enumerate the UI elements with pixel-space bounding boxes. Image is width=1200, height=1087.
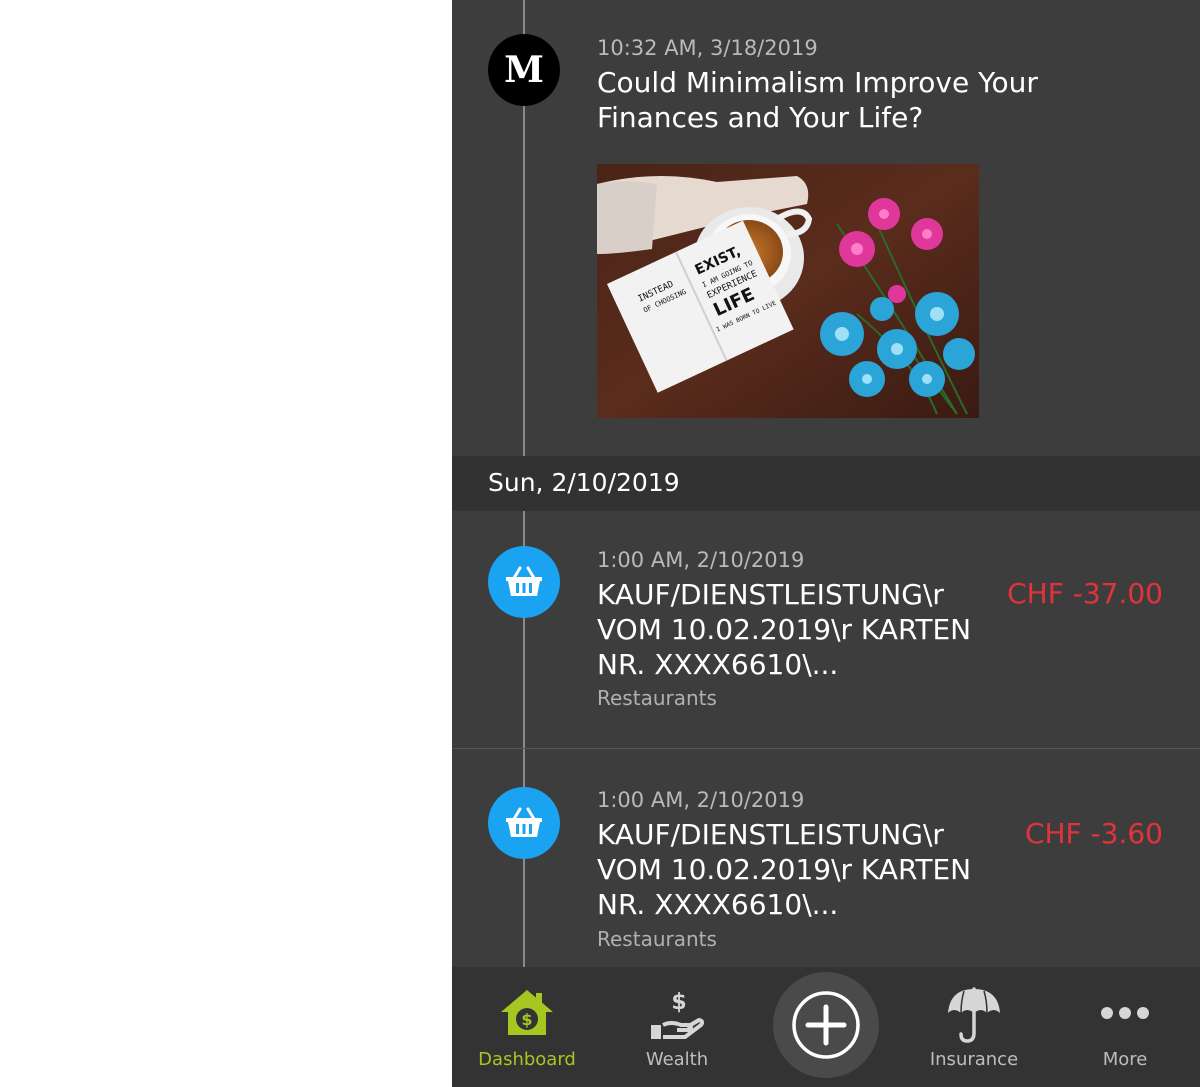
transaction-timestamp: 1:00 AM, 2/10/2019: [597, 548, 805, 572]
transaction-item[interactable]: 1:00 AM, 2/10/2019 KAUF/DIENSTLEISTUNG\r…: [452, 749, 1200, 967]
app-screen: M 10:32 AM, 3/18/2019 Could Minimalism I…: [452, 0, 1200, 1087]
plus-circle-icon: [792, 991, 860, 1059]
svg-text:$: $: [521, 1010, 532, 1029]
transaction-category: Restaurants: [597, 927, 717, 951]
nav-label-insurance: Insurance: [929, 1049, 1019, 1070]
transaction-item[interactable]: 1:00 AM, 2/10/2019 KAUF/DIENSTLEISTUNG\r…: [452, 511, 1200, 748]
nav-label-wealth: Wealth: [645, 1049, 709, 1070]
nav-label-more: More: [1102, 1049, 1148, 1070]
transaction-timestamp: 1:00 AM, 2/10/2019: [597, 788, 805, 812]
transaction-description: KAUF/DIENSTLEISTUNG\r VOM 10.02.2019\r K…: [597, 578, 972, 681]
date-header-label: Sun, 2/10/2019: [488, 468, 680, 497]
article-title[interactable]: Could Minimalism Improve Your Finances a…: [597, 65, 1077, 135]
date-section-header: Sun, 2/10/2019: [452, 456, 1200, 511]
article-timestamp: 10:32 AM, 3/18/2019: [597, 36, 818, 60]
nav-insurance[interactable]: Insurance: [899, 967, 1049, 1087]
transaction-description: KAUF/DIENSTLEISTUNG\r VOM 10.02.2019\r K…: [597, 818, 972, 921]
nav-wealth[interactable]: $ Wealth: [602, 967, 752, 1087]
umbrella-icon: [948, 987, 1000, 1043]
basket-glyph: [506, 807, 542, 837]
feed-article[interactable]: M 10:32 AM, 3/18/2019 Could Minimalism I…: [452, 0, 1200, 456]
article-image[interactable]: INSTEAD OF CHOOSING EXIST, I AM GOING TO…: [597, 164, 979, 418]
basket-icon: [488, 787, 560, 859]
svg-text:$: $: [671, 990, 686, 1015]
medium-logo-letter: M: [504, 49, 544, 91]
more-dots-icon: [1101, 1007, 1149, 1019]
basket-icon: [488, 546, 560, 618]
article-photo: INSTEAD OF CHOOSING EXIST, I AM GOING TO…: [597, 164, 979, 418]
transaction-amount: CHF -3.60: [1024, 817, 1163, 850]
transaction-category: Restaurants: [597, 686, 717, 710]
transaction-amount: CHF -37.00: [1007, 577, 1163, 610]
nav-label-dashboard: Dashboard: [478, 1049, 576, 1070]
hand-dollar-icon: $: [651, 990, 705, 1039]
medium-logo-icon: M: [488, 34, 560, 106]
nav-dashboard[interactable]: $ Dashboard: [452, 967, 602, 1087]
house-dollar-icon: $: [501, 990, 553, 1035]
basket-glyph: [506, 566, 542, 596]
add-button[interactable]: [773, 972, 879, 1078]
nav-more[interactable]: More: [1050, 967, 1200, 1087]
